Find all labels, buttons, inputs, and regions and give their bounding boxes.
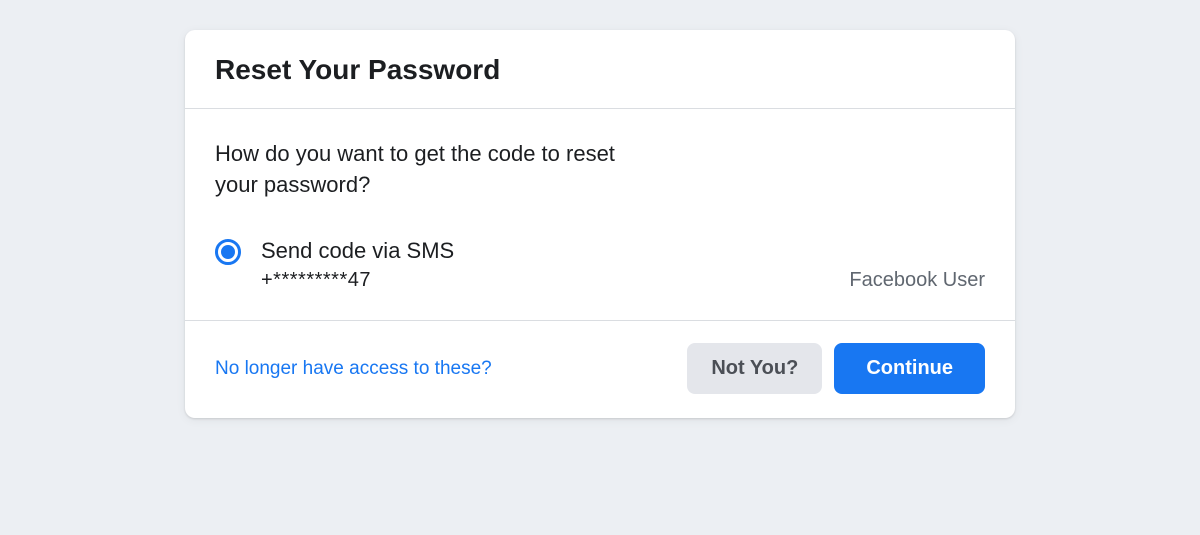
card-header: Reset Your Password — [185, 30, 1015, 109]
profile-name: Facebook User — [849, 269, 985, 292]
option-label: Send code via SMS — [261, 237, 454, 266]
continue-button[interactable]: Continue — [834, 343, 985, 394]
reset-password-card: Reset Your Password How do you want to g… — [185, 30, 1015, 418]
option-detail: +*********47 — [261, 269, 454, 292]
option-text: Send code via SMS +*********47 — [261, 237, 454, 293]
radio-dot — [221, 245, 235, 259]
not-you-button[interactable]: Not You? — [687, 343, 822, 394]
profile-block: Facebook User — [849, 269, 985, 292]
no-access-link[interactable]: No longer have access to these? — [215, 358, 492, 380]
radio-selected-icon[interactable] — [215, 239, 241, 265]
prompt-text: How do you want to get the code to reset… — [215, 139, 635, 201]
card-body: How do you want to get the code to reset… — [185, 109, 1015, 321]
footer-buttons: Not You? Continue — [687, 343, 985, 394]
card-footer: No longer have access to these? Not You?… — [185, 321, 1015, 418]
card-title: Reset Your Password — [215, 54, 985, 86]
